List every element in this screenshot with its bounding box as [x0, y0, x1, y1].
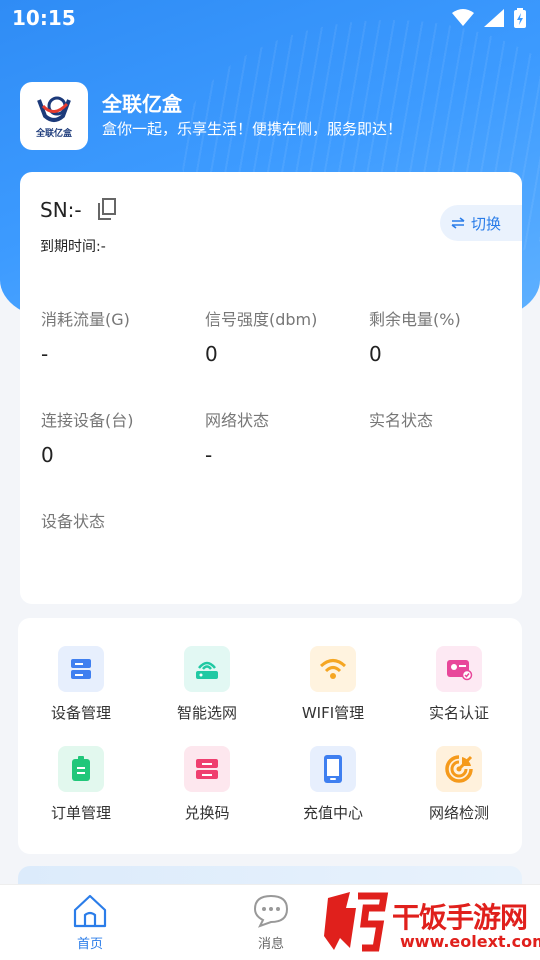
menu-label: WIFI管理 — [301, 704, 365, 722]
status-icons — [452, 8, 526, 28]
radar-icon — [436, 746, 482, 792]
app-slogan: 盒你一起，乐享生活！便携在侧，服务即达！ — [102, 120, 403, 138]
menu-label: 兑换码 — [184, 804, 230, 822]
tab-home[interactable]: 首页 — [45, 893, 135, 952]
id-card-icon — [436, 646, 482, 692]
menu-recharge-center[interactable]: 充值中心 — [270, 746, 396, 830]
battery-icon — [514, 8, 526, 28]
stat-value: 0 — [205, 342, 218, 366]
app-header: 全联亿盒 全联亿盒 盒你一起，乐享生活！便携在侧，服务即达！ — [20, 82, 520, 152]
tab-label: 消息 — [257, 937, 284, 952]
stat-label: 连接设备(台) — [41, 411, 134, 430]
tab-label: 首页 — [76, 937, 103, 952]
device-card: SN:- 到期时间:- 切换 消耗流量(G) - 信号强度(dbm) 0 剩余电… — [20, 172, 522, 604]
menu-realname-auth[interactable]: 实名认证 — [396, 646, 522, 730]
stat-network-status: 网络状态 - — [205, 407, 369, 508]
stat-device-status: 设备状态 — [41, 508, 205, 609]
stat-signal: 信号强度(dbm) 0 — [205, 306, 369, 407]
app-title: 全联亿盒 — [102, 92, 182, 116]
function-menu: 设备管理 智能选网 WIFI管理 实名认证 订单管理 兑换码 充值中心 网络检测 — [18, 618, 522, 854]
stat-connected-devices: 连接设备(台) 0 — [41, 407, 205, 508]
stat-label: 实名状态 — [369, 411, 434, 430]
switch-label: 切换 — [471, 214, 502, 233]
logo-mark-icon — [37, 96, 71, 122]
stat-realname-status: 实名状态 — [369, 407, 519, 508]
phone-icon — [310, 746, 356, 792]
watermark-logo-icon — [324, 892, 389, 952]
menu-wifi-management[interactable]: WIFI管理 — [270, 646, 396, 730]
stat-label: 设备状态 — [41, 512, 106, 531]
menu-device-management[interactable]: 设备管理 — [18, 646, 144, 730]
watermark-text: 干饭手游网 — [392, 901, 528, 934]
status-time: 10:15 — [12, 6, 76, 30]
status-bar: 10:15 — [0, 0, 540, 38]
stat-value: - — [41, 342, 49, 366]
menu-label: 充值中心 — [302, 804, 363, 822]
menu-label: 实名认证 — [428, 704, 489, 722]
home-icon — [73, 894, 107, 928]
stat-label: 网络状态 — [205, 411, 270, 430]
swap-icon — [451, 217, 465, 229]
stat-traffic: 消耗流量(G) - — [41, 306, 205, 407]
menu-label: 智能选网 — [176, 704, 237, 722]
signal-icon — [484, 9, 504, 27]
copy-icon[interactable] — [97, 198, 117, 220]
stat-label: 信号强度(dbm) — [205, 310, 318, 329]
device-stats: 消耗流量(G) - 信号强度(dbm) 0 剩余电量(%) 0 连接设备(台) … — [41, 306, 521, 609]
coupon-icon — [184, 746, 230, 792]
wifi-status-icon — [452, 9, 474, 26]
expire-label: 到期时间:- — [40, 239, 106, 255]
stat-label: 剩余电量(%) — [369, 310, 461, 329]
menu-redeem-code[interactable]: 兑换码 — [144, 746, 270, 830]
stat-value: 0 — [369, 342, 382, 366]
message-icon — [253, 894, 289, 928]
watermark-url: www.eolext.com — [400, 932, 540, 951]
menu-label: 网络检测 — [428, 804, 489, 822]
device-icon — [58, 646, 104, 692]
stat-value: 0 — [41, 443, 54, 467]
sn-label: SN:- — [40, 198, 82, 222]
router-icon — [184, 646, 230, 692]
menu-order-management[interactable]: 订单管理 — [18, 746, 144, 830]
stat-value: - — [205, 443, 213, 467]
menu-smart-network[interactable]: 智能选网 — [144, 646, 270, 730]
app-logo: 全联亿盒 — [20, 82, 88, 150]
menu-label: 订单管理 — [50, 804, 111, 822]
stat-battery: 剩余电量(%) 0 — [369, 306, 519, 407]
menu-label: 设备管理 — [50, 704, 111, 722]
wifi-icon — [310, 646, 356, 692]
switch-device-button[interactable]: 切换 — [440, 205, 522, 241]
order-icon — [58, 746, 104, 792]
site-watermark: 干饭手游网 www.eolext.com — [300, 888, 540, 960]
stat-label: 消耗流量(G) — [41, 310, 130, 329]
menu-network-test[interactable]: 网络检测 — [396, 746, 522, 830]
logo-text: 全联亿盒 — [35, 128, 72, 139]
